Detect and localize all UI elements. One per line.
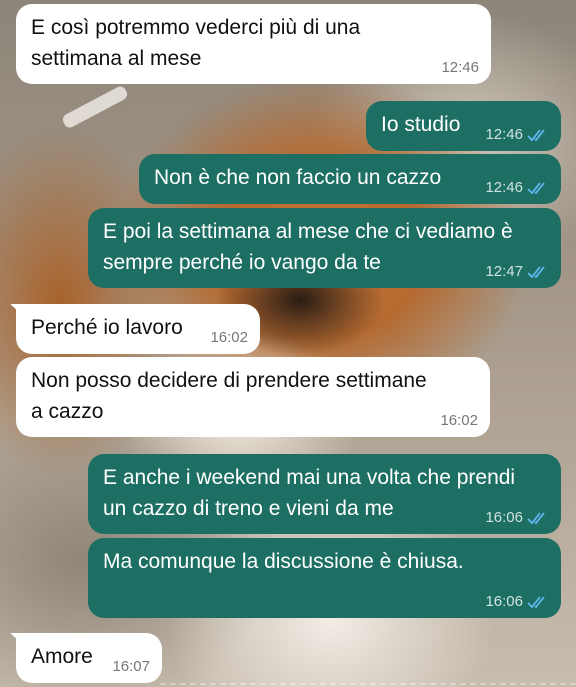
message-bubble-outgoing[interactable]: E anche i weekend mai una volta che pren… <box>88 454 561 534</box>
message-time: 16:07 <box>112 658 150 675</box>
message-bubble-outgoing[interactable]: E poi la settimana al mese che ci vediam… <box>88 208 561 288</box>
double-check-icon <box>527 129 545 142</box>
message-meta: 16:06 <box>485 509 549 527</box>
message-bubble-incoming[interactable]: E così potremmo vederci più di una setti… <box>16 4 491 84</box>
message-meta: 12:46 <box>485 179 549 197</box>
message-text: E così potremmo vederci più di una setti… <box>31 16 361 70</box>
message-time: 16:02 <box>440 412 478 429</box>
message-text: E anche i weekend mai una volta che pren… <box>103 466 516 520</box>
double-check-icon <box>527 266 545 279</box>
message-text: Ma comunque la discussione è chiusa. <box>103 550 464 573</box>
message-meta: 16:06 <box>485 593 549 611</box>
message-bubble-incoming[interactable]: Perché io lavoro 16:02 <box>10 304 260 354</box>
message-time: 16:06 <box>485 593 523 610</box>
message-meta: 16:02 <box>440 412 478 430</box>
double-check-icon <box>527 512 545 525</box>
double-check-icon <box>527 182 545 195</box>
message-time: 12:46 <box>485 126 523 143</box>
message-time: 12:46 <box>441 59 479 76</box>
message-text: E poi la settimana al mese che ci vediam… <box>103 220 513 274</box>
unread-divider <box>160 683 576 685</box>
message-meta: 16:02 <box>210 329 248 347</box>
message-meta: 12:46 <box>485 126 549 144</box>
message-time: 16:02 <box>210 329 248 346</box>
message-bubble-outgoing[interactable]: Ma comunque la discussione è chiusa. 16:… <box>88 538 561 618</box>
message-bubble-outgoing[interactable]: Non è che non faccio un cazzo 12:46 <box>139 154 561 204</box>
message-time: 12:46 <box>485 179 523 196</box>
message-bubble-incoming[interactable]: Non posso decidere di prendere settimane… <box>16 357 490 437</box>
message-text: Non posso decidere di prendere settimane… <box>31 369 427 423</box>
message-meta: 12:46 <box>441 59 479 77</box>
message-meta: 16:07 <box>112 658 150 676</box>
message-meta: 12:47 <box>485 263 549 281</box>
message-bubble-incoming[interactable]: Amore 16:07 <box>10 633 162 683</box>
message-time: 16:06 <box>485 509 523 526</box>
message-bubble-outgoing[interactable]: Io studio 12:46 <box>366 101 561 151</box>
double-check-icon <box>527 596 545 609</box>
message-time: 12:47 <box>485 263 523 280</box>
